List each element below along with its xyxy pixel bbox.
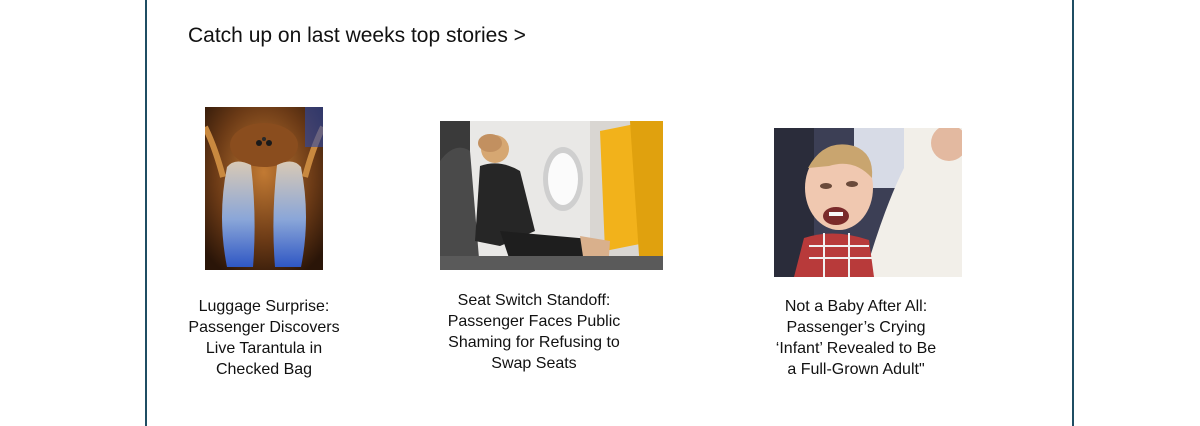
story-1-image[interactable] — [205, 107, 323, 270]
story-1-title[interactable]: Luggage Surprise: Passenger Discovers Li… — [180, 296, 348, 380]
story-3-title[interactable]: Not a Baby After All: Passenger’s Crying… — [770, 296, 942, 380]
story-2-title[interactable]: Seat Switch Standoff: Passenger Faces Pu… — [446, 290, 622, 374]
airplane-seat-passenger-photo-icon — [440, 121, 663, 270]
story-2-image[interactable] — [440, 121, 663, 270]
crying-child-photo-icon — [774, 128, 962, 277]
story-3-image[interactable] — [774, 128, 962, 277]
tarantula-photo-icon — [205, 107, 323, 270]
top-stories-link[interactable]: Catch up on last weeks top stories > — [188, 22, 526, 50]
